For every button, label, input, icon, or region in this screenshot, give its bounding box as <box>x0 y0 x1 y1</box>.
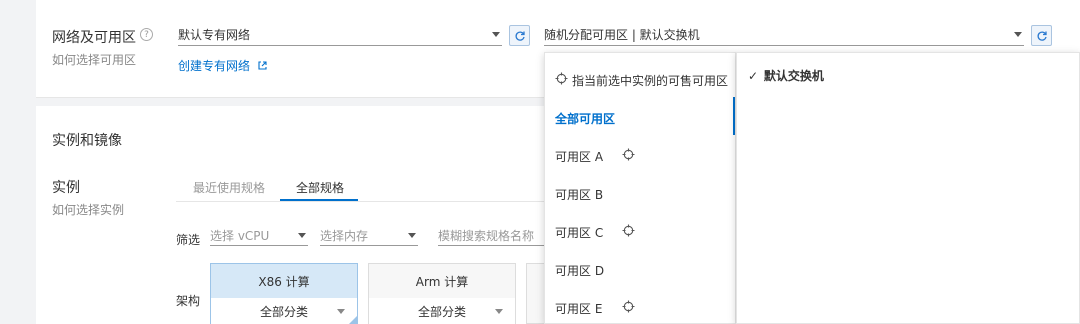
tab-recent-specs[interactable]: 最近使用规格 <box>193 179 265 196</box>
vpc-select-value: 默认专有网络 <box>178 28 251 42</box>
arch-x86-category[interactable]: 全部分类 <box>211 298 357 324</box>
caret-down-icon <box>495 309 503 314</box>
zone-item-a[interactable]: 可用区 A <box>555 148 603 165</box>
tabs-divider <box>176 201 556 202</box>
arch-x86-label: X86 计算 <box>258 274 310 289</box>
zone-active-indicator <box>733 97 735 135</box>
filter-label: 筛选 <box>176 233 201 247</box>
caret-down-icon <box>298 233 306 238</box>
memory-select[interactable]: 选择内存 <box>320 224 418 246</box>
arch-arm-option[interactable]: Arm 计算 全部分类 <box>368 263 516 324</box>
network-title: 网络及可用区 <box>52 30 136 46</box>
vcpu-placeholder: 选择 vCPU <box>210 229 270 243</box>
zone-item-all[interactable]: 全部可用区 <box>555 110 615 127</box>
vpc-select[interactable]: 默认专有网络 <box>178 24 502 46</box>
caret-down-icon <box>1014 32 1022 37</box>
zone-select-value: 随机分配可用区 | 默认交换机 <box>544 28 700 42</box>
crosshair-icon <box>555 72 568 85</box>
caret-down-icon <box>492 32 500 37</box>
instance-section-title: 实例和镜像 <box>52 133 122 149</box>
check-icon: ✓ <box>748 69 759 83</box>
spec-search-input[interactable]: 模糊搜索规格名称 <box>438 224 544 246</box>
zone-dropdown-menu: 指当前选中实例的可售可用区 全部可用区 可用区 A 可用区 B 可用区 C 可用… <box>544 52 736 324</box>
create-vpc-link-text: 创建专有网络 <box>178 59 251 73</box>
switch-item-label: 默认交换机 <box>763 69 824 83</box>
crosshair-icon <box>622 300 635 313</box>
memory-placeholder: 选择内存 <box>320 229 369 243</box>
zone-select[interactable]: 随机分配可用区 | 默认交换机 <box>544 24 1024 46</box>
vpc-refresh-button[interactable] <box>509 25 530 46</box>
arch-label: 架构 <box>176 294 201 308</box>
zone-item-e[interactable]: 可用区 E <box>555 300 602 317</box>
tab-all-specs[interactable]: 全部规格 <box>296 179 344 196</box>
arch-arm-label: Arm 计算 <box>415 274 469 289</box>
instance-subtitle-link[interactable]: 如何选择实例 <box>52 201 124 218</box>
zone-menu-header: 指当前选中实例的可售可用区 <box>572 74 729 88</box>
help-icon[interactable]: ? <box>140 28 153 41</box>
zone-refresh-button[interactable] <box>1031 25 1052 46</box>
zone-item-c[interactable]: 可用区 C <box>555 224 603 241</box>
caret-down-icon <box>337 309 345 314</box>
arch-arm-category-text: 全部分类 <box>417 305 466 319</box>
refresh-icon <box>1037 31 1047 41</box>
crosshair-icon <box>622 224 635 237</box>
network-subtitle-link[interactable]: 如何选择可用区 <box>52 51 136 68</box>
caret-down-icon <box>408 233 416 238</box>
zone-item-b[interactable]: 可用区 B <box>555 186 603 203</box>
zone-item-d[interactable]: 可用区 D <box>555 262 604 279</box>
create-vpc-link[interactable]: 创建专有网络 <box>178 57 268 74</box>
arch-x86-category-text: 全部分类 <box>259 305 308 319</box>
search-placeholder: 模糊搜索规格名称 <box>438 229 535 243</box>
external-link-icon <box>258 61 267 70</box>
crosshair-icon <box>622 148 635 161</box>
vcpu-select[interactable]: 选择 vCPU <box>210 224 308 246</box>
instance-label: 实例 <box>52 180 80 196</box>
switch-dropdown-menu: ✓ 默认交换机 <box>736 52 1080 324</box>
switch-item-default[interactable]: ✓ 默认交换机 <box>748 67 824 84</box>
arch-arm-category[interactable]: 全部分类 <box>369 298 515 324</box>
selected-corner-mark <box>348 316 357 324</box>
refresh-icon <box>515 31 525 41</box>
arch-x86-option[interactable]: X86 计算 全部分类 <box>210 263 358 324</box>
